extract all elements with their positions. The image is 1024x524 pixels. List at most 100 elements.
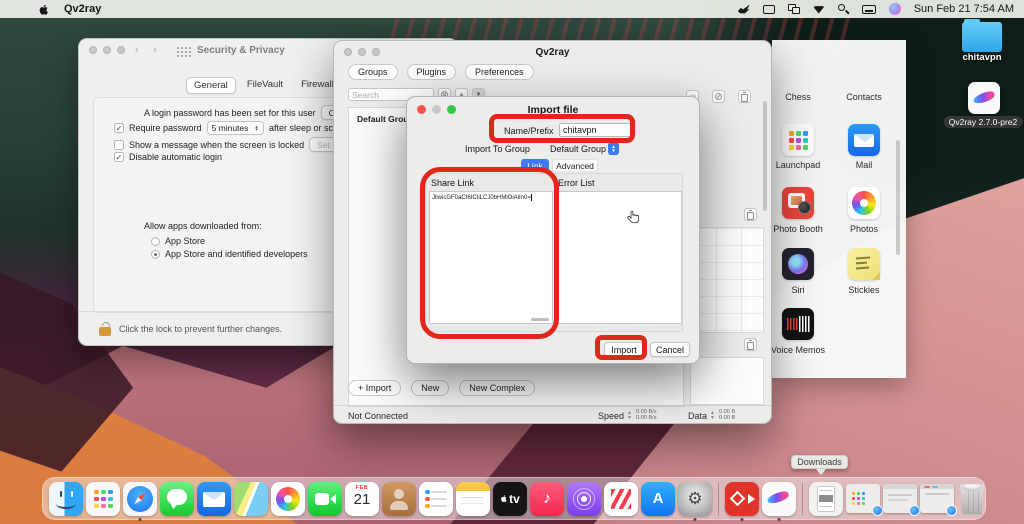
dock-contacts-icon[interactable] xyxy=(382,482,416,516)
input-source-icon[interactable] xyxy=(862,5,876,14)
app-label-chess[interactable]: Chess xyxy=(785,92,811,102)
apps-panel-scrollbar[interactable] xyxy=(896,140,900,255)
app-label-photos[interactable]: Photos xyxy=(850,224,878,234)
mail-app-icon[interactable] xyxy=(848,124,880,156)
dock-facetime-icon[interactable] xyxy=(308,482,342,516)
dock-music-icon[interactable]: ♪ xyxy=(530,482,564,516)
app-store-radio[interactable] xyxy=(151,237,160,246)
dock-safari-icon[interactable] xyxy=(123,482,157,516)
window-title: Qv2ray xyxy=(334,47,771,58)
import-confirm-button[interactable]: Import xyxy=(604,342,644,357)
apple-menu-icon[interactable] xyxy=(38,3,50,16)
import-button[interactable]: + Import xyxy=(348,380,401,396)
stickies-app-icon[interactable] xyxy=(848,248,880,280)
group-stepper-icon[interactable]: ▲▼ xyxy=(608,142,619,155)
qv2ray-desktop-label[interactable]: Qv2ray 2.7.0-pre2 xyxy=(944,116,1023,128)
dock-notes-icon[interactable] xyxy=(456,482,490,516)
tab-link[interactable]: Link xyxy=(521,159,549,172)
dock-qv2ray-icon[interactable] xyxy=(762,482,796,516)
menu-bar-clock[interactable]: Sun Feb 21 7:54 AM xyxy=(914,3,1014,15)
clear-latency-button[interactable] xyxy=(744,208,757,221)
app-label-contacts[interactable]: Contacts xyxy=(846,92,882,102)
tab-advanced[interactable]: Advanced xyxy=(552,159,598,172)
dialog-title: Import file xyxy=(407,104,699,116)
chitavpn-folder-icon[interactable] xyxy=(962,22,1002,52)
spotlight-search-icon[interactable] xyxy=(838,4,849,15)
dock-appletv-icon[interactable]: tv xyxy=(493,482,527,516)
dock-podcasts-icon[interactable] xyxy=(567,482,601,516)
dock-maps-icon[interactable] xyxy=(234,482,268,516)
disconnect-button[interactable] xyxy=(712,90,725,103)
voice-memos-app-icon[interactable] xyxy=(782,308,814,340)
dock-photos-icon[interactable] xyxy=(271,482,305,516)
app-label-stickies[interactable]: Stickies xyxy=(848,285,879,295)
tab-groups[interactable]: Groups xyxy=(348,64,398,80)
show-message-checkbox[interactable] xyxy=(114,140,124,150)
running-indicator xyxy=(139,518,142,521)
back-button[interactable]: ‹ xyxy=(135,44,139,56)
active-app-menu[interactable]: Qv2ray xyxy=(64,3,101,15)
show-all-grid-icon[interactable] xyxy=(177,47,179,49)
delete-button[interactable] xyxy=(738,90,751,103)
app-label-launchpad[interactable]: Launchpad xyxy=(776,160,821,170)
siri-menu-icon[interactable] xyxy=(889,3,901,15)
identified-developers-radio[interactable] xyxy=(151,250,160,259)
minimize-button[interactable] xyxy=(103,46,111,54)
dock-anydesk-icon[interactable] xyxy=(725,482,759,516)
tab-filevault[interactable]: FileVault xyxy=(240,77,290,94)
dock-minimized-window-1[interactable] xyxy=(846,484,880,513)
tab-preferences[interactable]: Preferences xyxy=(465,64,534,80)
zoom-button[interactable] xyxy=(117,46,125,54)
require-password-select[interactable]: 5 minutes▲▼ xyxy=(207,121,264,135)
dock-trash-icon[interactable] xyxy=(957,483,987,515)
dock-calendar-icon[interactable]: FEB21 xyxy=(345,482,379,516)
dock-mail-icon[interactable] xyxy=(197,482,231,516)
app-label-voice-memos[interactable]: Voice Memos xyxy=(771,345,825,355)
trash-icon xyxy=(741,94,748,102)
window-controls[interactable] xyxy=(89,46,125,54)
siri-app-icon[interactable] xyxy=(782,248,814,280)
dock-minimized-window-3[interactable] xyxy=(920,484,954,513)
share-link-textarea[interactable]: JliwicGF0aCI6ICIiLCJ0bHMiOiAiIn0= xyxy=(429,191,553,324)
new-button[interactable]: New xyxy=(411,380,449,396)
dock-launchpad-icon[interactable] xyxy=(86,482,120,516)
clear-log-button[interactable] xyxy=(744,338,757,351)
dock-minimized-window-2[interactable] xyxy=(883,484,917,513)
app-label-mail[interactable]: Mail xyxy=(856,160,873,170)
windows-status-icon[interactable] xyxy=(788,4,800,14)
app-label-photo-booth[interactable]: Photo Booth xyxy=(773,224,823,234)
error-list-box[interactable] xyxy=(556,191,682,324)
photos-app-icon[interactable] xyxy=(848,187,880,219)
share-link-hscrollbar[interactable] xyxy=(531,318,549,322)
tab-plugins[interactable]: Plugins xyxy=(407,64,457,80)
require-password-checkbox[interactable]: ✓ xyxy=(114,123,124,133)
dock-finder-icon[interactable] xyxy=(49,482,83,516)
name-prefix-input[interactable] xyxy=(559,123,631,137)
dock-system-preferences-icon[interactable]: ⚙ xyxy=(678,482,712,516)
photo-booth-app-icon[interactable] xyxy=(782,187,814,219)
app-badge-icon xyxy=(946,505,957,516)
dock-news-icon[interactable] xyxy=(604,482,638,516)
dock-messages-icon[interactable] xyxy=(160,482,194,516)
list-scrollbar[interactable] xyxy=(763,101,767,211)
qv2ray-desktop-icon[interactable] xyxy=(968,82,1000,114)
forward-button[interactable]: › xyxy=(153,44,157,56)
app-label-siri[interactable]: Siri xyxy=(792,285,805,295)
cancel-button[interactable]: Cancel xyxy=(650,342,690,357)
launchpad-app-icon[interactable] xyxy=(782,124,814,156)
close-button[interactable] xyxy=(89,46,97,54)
name-prefix-label: Name/Prefix xyxy=(504,126,554,136)
display-status-icon[interactable] xyxy=(763,5,775,14)
disable-auto-login-checkbox[interactable]: ✓ xyxy=(114,152,124,162)
dock-reminders-icon[interactable] xyxy=(419,482,453,516)
tab-general[interactable]: General xyxy=(186,77,236,94)
dock-appstore-icon[interactable]: A xyxy=(641,482,675,516)
new-complex-button[interactable]: New Complex xyxy=(459,380,535,396)
chitavpn-folder-label[interactable]: chitavpn xyxy=(962,52,1001,63)
wifi-status-icon[interactable] xyxy=(813,5,825,14)
dock-downloads-stack-icon[interactable] xyxy=(809,482,843,516)
running-indicator xyxy=(778,518,781,521)
unlocked-padlock-icon[interactable] xyxy=(99,322,111,336)
bird-status-icon[interactable] xyxy=(738,5,750,14)
group-select-value[interactable]: Default Group xyxy=(550,144,606,154)
